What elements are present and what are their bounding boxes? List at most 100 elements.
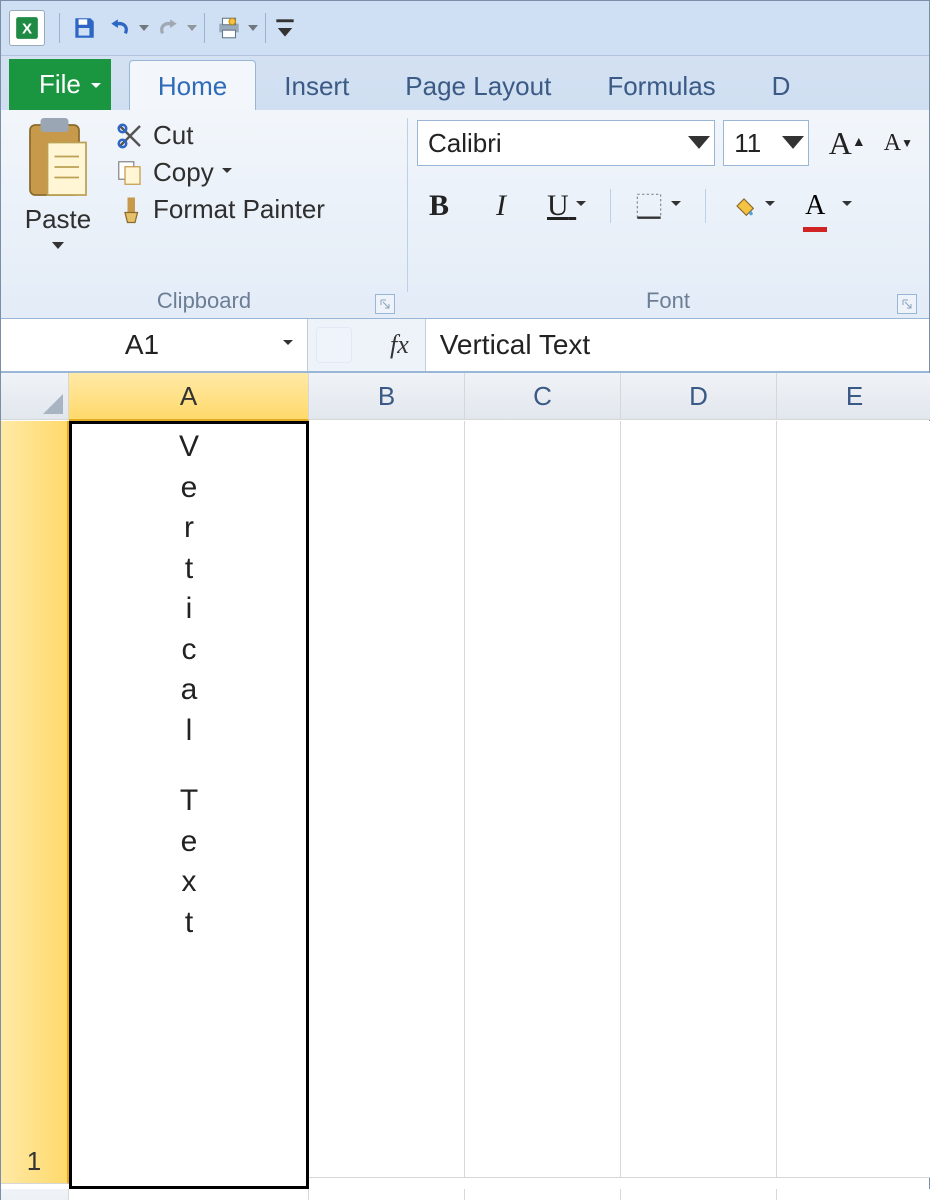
cell-A1[interactable]: VerticalText [69,421,309,1189]
column-header-E[interactable]: E [777,373,930,420]
redo-dropdown[interactable] [186,10,198,46]
vertical-char: l [186,714,193,749]
italic-button[interactable]: I [479,184,523,228]
tab-data[interactable]: D [744,61,819,110]
row-header-1[interactable]: 1 [1,421,69,1184]
font-color-button[interactable]: A [799,184,858,228]
cut-button[interactable]: Cut [115,120,325,151]
vertical-char: t [185,552,193,587]
tab-file[interactable]: File [9,59,111,110]
cell-E2[interactable] [777,1189,930,1200]
formula-value: Vertical Text [440,329,590,361]
tab-label: Insert [284,71,349,101]
customize-qat-dropdown[interactable] [272,10,298,46]
paste-button[interactable]: Paste [11,116,105,257]
group-label: Font [417,286,919,316]
paste-label: Paste [25,204,92,235]
cell-D1[interactable] [621,421,777,1178]
ribbon-home: Paste Cut Copy Format Painte [1,110,929,319]
chevron-down-icon [576,201,586,211]
cell-B1[interactable] [309,421,465,1178]
grow-font-button[interactable]: A▲ [823,121,872,165]
borders-button[interactable] [629,184,687,228]
bold-button[interactable]: B [417,184,461,228]
separator [705,189,706,223]
chevron-down-icon [842,201,852,211]
vertical-char: c [182,633,197,668]
tab-insert[interactable]: Insert [256,61,377,110]
column-header-A[interactable]: A [69,373,309,421]
tab-home[interactable]: Home [129,60,256,110]
fill-color-button[interactable] [724,184,782,228]
tab-label: D [772,71,791,101]
copy-dropdown[interactable] [222,168,232,178]
scissors-icon [115,121,145,151]
row-header-2[interactable]: 2 [1,1189,69,1200]
undo-dropdown[interactable] [138,10,150,46]
vertical-char: e [181,825,198,860]
cell-A2[interactable] [69,1189,309,1200]
paste-dropdown[interactable] [52,239,64,257]
cell-E1[interactable] [777,421,930,1178]
name-box-value: A1 [1,329,283,361]
formula-bar: A1 fx Vertical Text [1,319,929,372]
fx-label[interactable]: fx [360,319,425,371]
vertical-char: T [180,784,198,819]
clipboard-icon [23,120,93,200]
tab-label: Page Layout [405,71,551,101]
tab-label: File [39,69,81,99]
chevron-down-icon [671,201,681,211]
group-label: Clipboard [11,286,397,316]
cell-D2[interactable] [621,1189,777,1200]
chevron-down-icon [688,136,710,151]
separator [610,189,611,223]
cell-C2[interactable] [465,1189,621,1200]
paintbrush-icon [115,195,145,225]
vertical-char: e [181,471,198,506]
separator [265,13,266,43]
font-name-combo[interactable]: Calibri [417,120,715,166]
cut-label: Cut [153,120,193,151]
quick-print-dropdown[interactable] [247,10,259,46]
copy-label: Copy [153,157,214,188]
redo-button[interactable] [150,10,186,46]
undo-button[interactable] [102,10,138,46]
chevron-down-icon [765,201,775,211]
copy-icon [115,158,145,188]
cell-C1[interactable] [465,421,621,1178]
excel-logo-icon: X [9,10,45,46]
quick-access-toolbar: X [1,1,929,56]
font-size-value: 11 [734,128,761,159]
font-dialog-launcher[interactable] [897,294,917,314]
save-button[interactable] [66,10,102,46]
quick-print-icon[interactable] [211,10,247,46]
tab-page-layout[interactable]: Page Layout [377,61,579,110]
tab-label: Formulas [607,71,715,101]
font-size-combo[interactable]: 11 [723,120,809,166]
vertical-char: x [182,865,197,900]
vertical-char: r [184,511,194,546]
select-all-corner[interactable] [1,373,69,420]
cancel-button[interactable] [316,327,352,363]
tab-formulas[interactable]: Formulas [579,61,743,110]
ribbon-tabs: File Home Insert Page Layout Formulas D [1,56,929,110]
formula-input[interactable]: Vertical Text [425,319,929,371]
shrink-font-button[interactable]: A▼ [878,121,919,165]
excel-window: X File Home Insert Page Layout Formulas … [0,0,930,1200]
column-header-B[interactable]: B [309,373,465,420]
clipboard-dialog-launcher[interactable] [375,294,395,314]
column-header-D[interactable]: D [621,373,777,420]
vertical-char: t [185,906,193,941]
copy-button[interactable]: Copy [115,157,325,188]
column-header-C[interactable]: C [465,373,621,420]
group-font: Calibri 11 A▲ A▼ B I U [407,110,929,318]
format-painter-label: Format Painter [153,194,325,225]
name-box[interactable]: A1 [1,319,308,371]
font-name-value: Calibri [428,128,502,159]
format-painter-button[interactable]: Format Painter [115,194,325,225]
underline-button[interactable]: U [541,184,592,228]
cell-B2[interactable] [309,1189,465,1200]
chevron-down-icon [782,136,804,151]
separator [59,13,60,43]
vertical-char: a [181,673,198,708]
